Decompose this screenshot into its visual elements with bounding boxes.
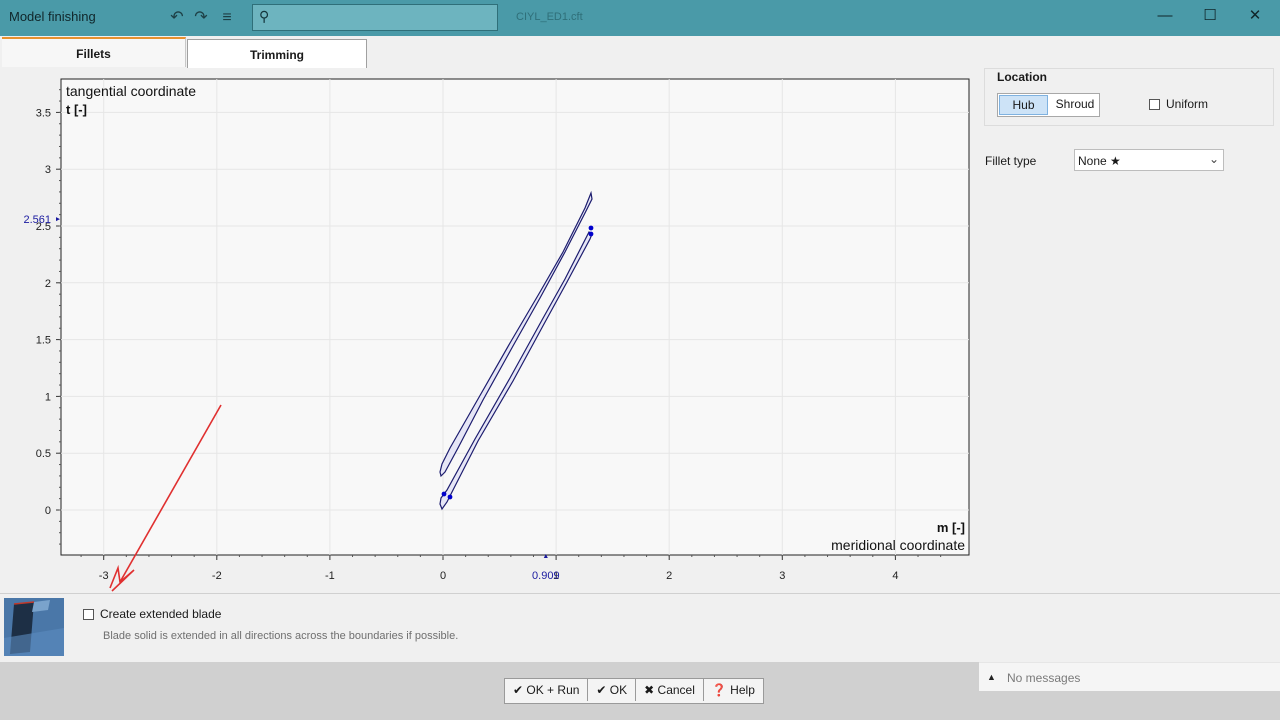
- create-extended-blade-checkbox[interactable]: Create extended blade: [83, 607, 221, 621]
- y-tick-label: 3.5: [36, 107, 51, 119]
- shroud-button[interactable]: Shroud: [1050, 95, 1100, 115]
- close-button[interactable]: ✕: [1240, 4, 1270, 28]
- x-tick-label: -2: [212, 570, 222, 582]
- fillet-type-select[interactable]: None ★ ⌄: [1074, 149, 1224, 171]
- plot-area: [60, 78, 970, 556]
- y-marker: [56, 217, 60, 222]
- checkbox-icon[interactable]: [1149, 99, 1160, 111]
- uniform-label: Uniform: [1166, 97, 1209, 111]
- location-label: Location: [997, 70, 1047, 84]
- action-buttons: ✔ OK + Run ✔ OK ✖ Cancel ❓ Help: [504, 678, 764, 704]
- y-axis-unit: t [-]: [66, 102, 87, 117]
- location-toggle[interactable]: Hub Shroud: [997, 93, 1100, 117]
- ok-run-button[interactable]: ✔ OK + Run: [505, 679, 589, 701]
- x-tick-label: 2: [666, 570, 672, 582]
- blade-point: [447, 494, 453, 500]
- tab-fillets[interactable]: Fillets: [2, 37, 186, 67]
- help-button[interactable]: ❓ Help: [704, 679, 763, 701]
- maximize-button[interactable]: ☐: [1195, 4, 1225, 28]
- y-marker-label: 2.561: [23, 214, 51, 226]
- blade-point: [588, 231, 594, 237]
- uniform-checkbox[interactable]: Uniform: [1149, 97, 1208, 111]
- y-tick-label: 1.5: [36, 335, 51, 347]
- y-axis-title: tangential coordinate: [66, 83, 196, 99]
- file-name: CIYL_ED1.cft: [516, 11, 583, 23]
- ok-button[interactable]: ✔ OK: [588, 679, 637, 701]
- x-tick-label: 0: [440, 570, 446, 582]
- x-tick-label: -3: [99, 570, 109, 582]
- hub-button[interactable]: Hub: [999, 95, 1048, 115]
- y-tick-label: 1: [45, 391, 51, 403]
- expand-up-icon[interactable]: ▲: [987, 672, 996, 682]
- x-axis-title: meridional coordinate: [831, 537, 965, 553]
- fillet-type-label: Fillet type: [985, 154, 1037, 168]
- x-tick-label: 4: [892, 570, 898, 582]
- search-input[interactable]: ⚲: [252, 4, 498, 31]
- messages-text: No messages: [1007, 671, 1081, 685]
- redo-icon[interactable]: ↷: [190, 7, 212, 29]
- checkbox-icon[interactable]: [83, 609, 94, 621]
- blade-point: [441, 491, 447, 497]
- fillet-type-value: None ★: [1078, 154, 1121, 168]
- tab-trimming[interactable]: Trimming: [187, 39, 367, 68]
- y-tick-label: 0.5: [36, 448, 51, 460]
- search-icon: ⚲: [259, 8, 270, 24]
- messages-bar[interactable]: ▲ No messages: [979, 662, 1280, 691]
- title-bar: Model finishing ↶ ↷ ≡ ⚲ CIYL_ED1.cft — ☐…: [0, 0, 1280, 36]
- minimize-button[interactable]: —: [1150, 4, 1180, 28]
- extended-blade-panel: Create extended blade Blade solid is ext…: [0, 593, 1280, 662]
- cancel-button[interactable]: ✖ Cancel: [636, 679, 704, 701]
- blade-thumbnail-icon: [4, 598, 64, 656]
- window-title: Model finishing: [9, 9, 96, 24]
- x-axis-unit: m [-]: [937, 520, 965, 535]
- chevron-down-icon: ⌄: [1208, 152, 1219, 166]
- y-tick-label: 3: [45, 164, 51, 176]
- menu-icon[interactable]: ≡: [216, 7, 238, 29]
- extended-blade-description: Blade solid is extended in all direction…: [103, 630, 459, 642]
- y-tick-label: 0: [45, 505, 51, 517]
- y-tick-label: 2: [45, 278, 51, 290]
- blade-point: [588, 225, 594, 231]
- blade-plot[interactable]: -3 -2 -1 0 1 2 3 400.511.522.533.50.9092.561 ta…: [0, 68, 978, 593]
- location-group: Location Hub Shroud Uniform: [984, 68, 1274, 126]
- x-marker-label: 0.909: [532, 570, 560, 582]
- right-panel: Location Hub Shroud Uniform Fillet type …: [978, 68, 1280, 593]
- x-tick-label: 3: [779, 570, 785, 582]
- x-tick-label: -1: [325, 570, 335, 582]
- undo-icon[interactable]: ↶: [166, 7, 188, 29]
- create-extended-blade-label: Create extended blade: [100, 607, 222, 621]
